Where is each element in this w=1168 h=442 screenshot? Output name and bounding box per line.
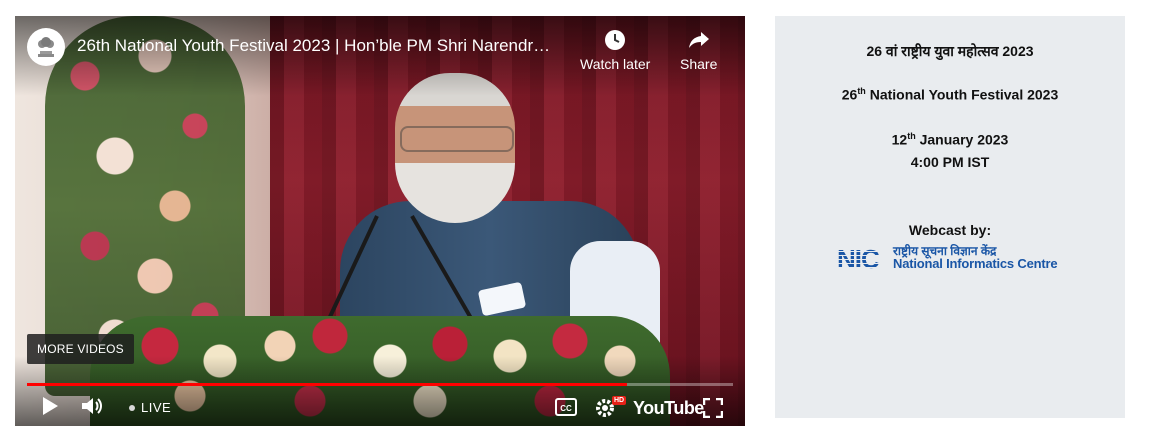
video-player[interactable]: 26th National Youth Festival 2023 | Hon’… [15, 16, 745, 426]
fullscreen-icon[interactable] [703, 398, 723, 418]
channel-avatar[interactable] [27, 28, 65, 66]
date-day: 12 [891, 131, 908, 148]
microphone-left [324, 215, 379, 326]
event-date: 12th January 2023 [775, 131, 1125, 148]
play-icon[interactable] [41, 396, 59, 416]
live-indicator[interactable]: LIVE [129, 400, 171, 415]
share-button[interactable]: Share [680, 28, 717, 72]
event-ordinal-number: 26 [841, 86, 858, 103]
live-label: LIVE [141, 400, 172, 415]
event-time: 4:00 PM IST [910, 154, 990, 170]
webcast-label: Webcast by: [908, 222, 992, 238]
clock-icon [605, 30, 626, 50]
date-suffix: th [907, 131, 916, 141]
event-info-panel: 26 वां राष्ट्रीय युवा महोत्सव 2023 26th … [775, 16, 1125, 418]
progress-bar[interactable] [27, 383, 733, 386]
date-rest: January 2023 [915, 131, 1009, 148]
event-ordinal-suffix: th [857, 86, 866, 96]
hindi-event-title: 26 वां राष्ट्रीय युवा महोत्सव 2023 [866, 43, 1034, 59]
nic-english-name: National Informatics Centre [893, 256, 1058, 271]
watch-later-label: Watch later [580, 56, 651, 72]
more-videos-button[interactable]: MORE VIDEOS [27, 334, 134, 364]
nic-mark: NIC [837, 244, 880, 274]
event-name: National Youth Festival 2023 [865, 86, 1059, 103]
live-dot-icon [129, 404, 135, 411]
svg-text:CC: CC [560, 404, 572, 413]
volume-icon[interactable] [81, 396, 103, 416]
video-title[interactable]: 26th National Youth Festival 2023 | Hon’… [77, 36, 577, 56]
state-emblem-icon [38, 37, 54, 57]
hd-badge: HD [612, 396, 627, 405]
speaker-glasses [400, 126, 514, 152]
youtube-logo[interactable]: YouTube [633, 398, 704, 419]
nic-logo[interactable]: NIC राष्ट्रीय सूचना विज्ञान केंद्र Natio… [837, 242, 1065, 274]
progress-fill [27, 383, 628, 386]
cc-icon[interactable]: CC [555, 398, 577, 416]
share-arrow-icon [688, 32, 709, 48]
microphone-right [410, 215, 474, 321]
watch-later-button[interactable]: Watch later [580, 28, 650, 72]
event-title: 26th National Youth Festival 2023 [775, 86, 1125, 103]
share-label: Share [680, 56, 718, 72]
